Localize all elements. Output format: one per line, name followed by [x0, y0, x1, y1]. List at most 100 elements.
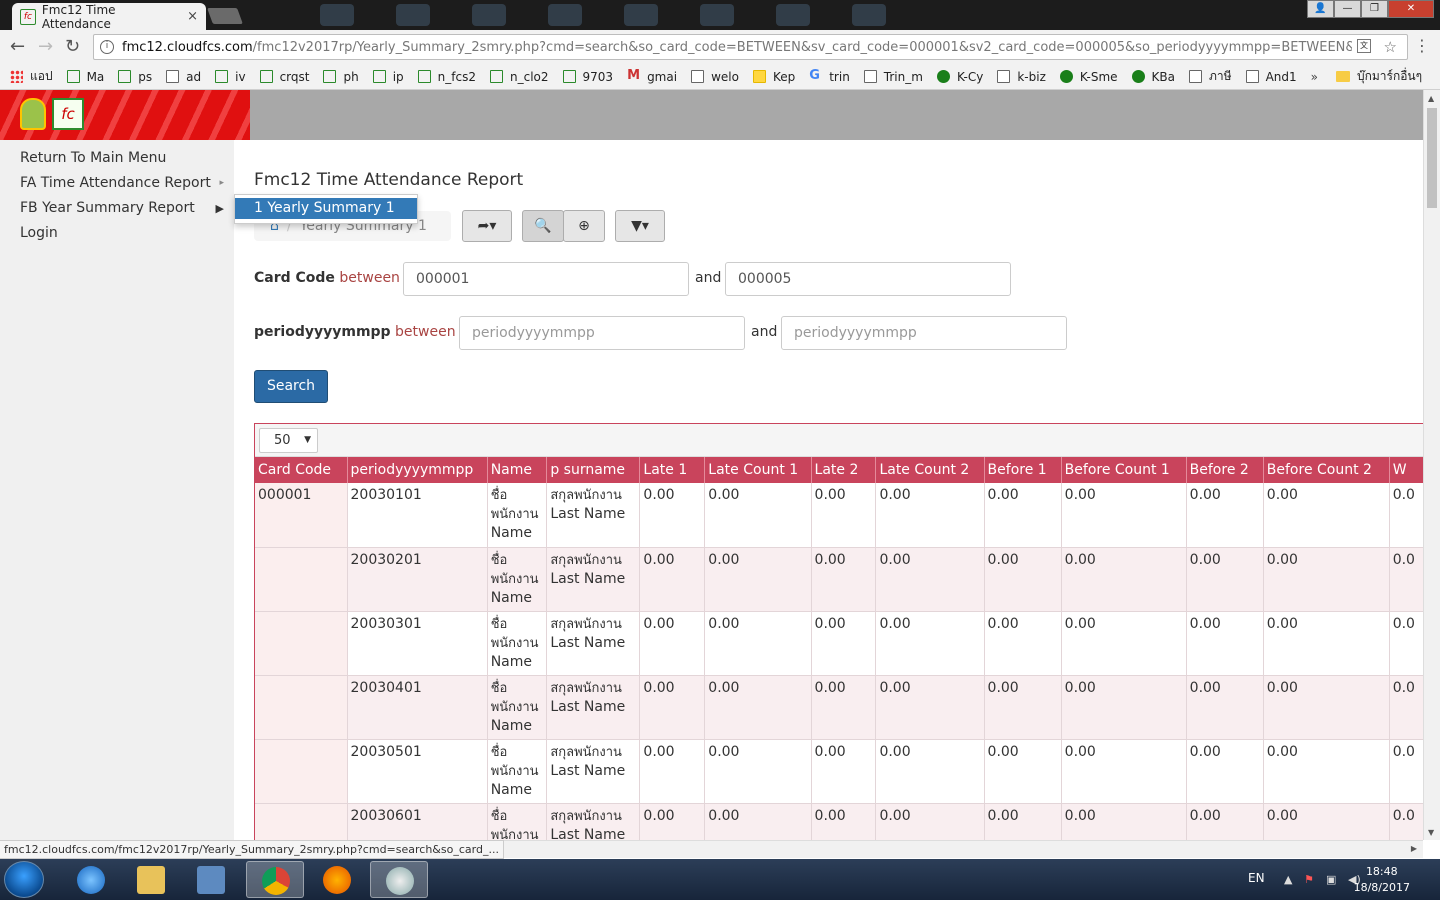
search-button[interactable]: Search: [254, 370, 328, 403]
bookmark-item[interactable]: KBa: [1131, 70, 1175, 84]
media-player-taskbar-icon[interactable]: [182, 861, 240, 898]
paint-taskbar-icon[interactable]: [370, 861, 428, 898]
column-header[interactable]: Name: [487, 457, 548, 483]
bookmark-item[interactable]: ภาษี: [1189, 67, 1232, 86]
bookmark-item[interactable]: ad: [166, 70, 201, 84]
cell-surname: สกุลพนักงาน Last Name: [546, 803, 641, 840]
action-center-icon[interactable]: ⚑: [1304, 873, 1314, 886]
cell-period: 20030601: [347, 803, 488, 840]
sidebar-item-fb-report[interactable]: FB Year Summary Report ▶: [0, 196, 234, 221]
vertical-scrollbar[interactable]: ▲ ▼: [1423, 90, 1440, 840]
browser-tab-strip: fc Fmc12 Time Attendance × 👤 — ❐ ✕: [0, 0, 1440, 31]
cell-card-code: 000001: [255, 483, 348, 548]
column-header[interactable]: W: [1389, 457, 1423, 483]
bookmark-item[interactable]: 9703: [562, 70, 613, 84]
column-header[interactable]: Before Count 2: [1263, 457, 1390, 483]
cell-value: 0.00: [984, 483, 1062, 548]
firefox-taskbar-icon[interactable]: [308, 861, 366, 898]
browser-toolbar: ← → ↻ i fmc12.cloudfcs.com/fmc12v2017rp/…: [0, 30, 1440, 64]
clock[interactable]: 18:48 18/8/2017: [1354, 864, 1410, 896]
bookmark-g-icon: G: [809, 68, 820, 83]
search-toggle-button[interactable]: 🔍: [522, 210, 564, 242]
bookmark-doc-icon: [691, 70, 705, 83]
bookmark-sheet-icon: [118, 70, 132, 83]
translate-icon[interactable]: 文: [1357, 39, 1371, 53]
bookmark-item[interactable]: Mgmai: [627, 69, 677, 84]
bookmark-item[interactable]: And1: [1245, 70, 1297, 84]
bookmark-item[interactable]: crqst: [259, 70, 309, 84]
column-header[interactable]: Before 1: [984, 457, 1062, 483]
bookmark-item[interactable]: แอป: [10, 67, 53, 86]
ie-taskbar-icon[interactable]: [62, 861, 120, 898]
explorer-taskbar-icon[interactable]: [122, 861, 180, 898]
submenu-item-yearly-summary[interactable]: 1 Yearly Summary 1: [235, 198, 417, 219]
scrollbar-thumb[interactable]: [1427, 108, 1437, 208]
column-header[interactable]: Before 2: [1186, 457, 1264, 483]
sidebar-item-main-menu[interactable]: Return To Main Menu: [0, 146, 234, 171]
back-arrow-icon[interactable]: ←: [10, 36, 25, 57]
window-close-button[interactable]: ✕: [1388, 0, 1434, 18]
bookmark-item[interactable]: Kep: [752, 70, 795, 84]
reload-icon[interactable]: ↻: [65, 36, 80, 57]
column-header[interactable]: p surname: [546, 457, 641, 483]
column-header[interactable]: periodyyyymmpp: [347, 457, 488, 483]
network-icon[interactable]: ▣: [1326, 873, 1336, 886]
chrome-taskbar-icon[interactable]: [246, 861, 304, 898]
column-header[interactable]: Card Code: [255, 457, 348, 483]
site-info-icon[interactable]: i: [100, 40, 114, 54]
column-header[interactable]: Late 2: [811, 457, 877, 483]
bookmark-item[interactable]: Ma: [66, 70, 104, 84]
cell-period: 20030101: [347, 483, 488, 548]
tray-expand-icon[interactable]: ▲: [1284, 873, 1292, 886]
bookmarks-bar: แอป Ma ps ad iv crqst ph ip n_fcs2 n_clo2 9703 Mgma…: [0, 64, 1440, 90]
filter-button[interactable]: ▼▾: [615, 210, 665, 242]
forward-arrow-icon[interactable]: →: [38, 36, 53, 57]
column-header[interactable]: Late 1: [639, 457, 706, 483]
other-bookmarks-folder[interactable]: บุ๊กมาร์กอื่นๆ: [1335, 67, 1422, 86]
period-to-input[interactable]: [781, 316, 1067, 350]
new-tab-button[interactable]: [207, 8, 243, 24]
browser-tab[interactable]: fc Fmc12 Time Attendance ×: [12, 3, 206, 31]
chrome-menu-icon[interactable]: ⋮: [1414, 36, 1430, 55]
bookmark-item[interactable]: Trin_m: [863, 70, 923, 84]
app-logo[interactable]: fc: [0, 90, 250, 140]
cell-value: 0.00: [875, 803, 985, 840]
page-size-select[interactable]: 50 ▼: [259, 428, 318, 453]
column-header[interactable]: Late Count 2: [875, 457, 985, 483]
bookmark-star-icon[interactable]: ☆: [1384, 38, 1397, 56]
windows-taskbar: EN ▲ ⚑ ▣ ◀) 18:48 18/8/2017: [0, 859, 1440, 900]
sidebar-item-fa-report[interactable]: FA Time Attendance Report ▸: [0, 171, 234, 196]
bookmark-item[interactable]: K-Cy: [936, 70, 983, 84]
address-bar[interactable]: i fmc12.cloudfcs.com/fmc12v2017rp/Yearly…: [93, 34, 1408, 60]
bookmark-item[interactable]: k-biz: [997, 70, 1046, 84]
and-label: and: [695, 270, 722, 286]
bookmark-item[interactable]: iv: [215, 70, 246, 84]
bookmark-item[interactable]: ps: [118, 70, 152, 84]
bookmark-item[interactable]: ph: [323, 70, 359, 84]
column-header[interactable]: Late Count 1: [704, 457, 812, 483]
maximize-button[interactable]: ❐: [1361, 0, 1388, 18]
bookmarks-overflow-button[interactable]: »: [1311, 70, 1318, 84]
export-button[interactable]: ➦▾: [462, 210, 512, 242]
advanced-search-button[interactable]: ⊕: [563, 210, 605, 242]
bookmark-item[interactable]: Gtrin: [809, 68, 850, 84]
card-code-to-input[interactable]: [725, 262, 1011, 296]
period-from-input[interactable]: [459, 316, 745, 350]
card-code-from-input[interactable]: [403, 262, 689, 296]
sidebar-item-login[interactable]: Login: [0, 221, 234, 246]
tab-close-icon[interactable]: ×: [187, 9, 198, 24]
bookmark-item[interactable]: ip: [372, 70, 404, 84]
bookmark-sheet-icon: [562, 70, 576, 83]
column-header[interactable]: Before Count 1: [1061, 457, 1187, 483]
bookmark-item[interactable]: welo: [691, 70, 739, 84]
minimize-button[interactable]: —: [1334, 0, 1361, 18]
language-indicator[interactable]: EN: [1248, 871, 1265, 885]
start-button[interactable]: [4, 861, 44, 898]
fc-logo-icon: fc: [52, 98, 84, 130]
cell-value: 0.00: [1186, 611, 1264, 676]
bookmark-item[interactable]: K-Sme: [1059, 70, 1118, 84]
profile-icon[interactable]: 👤: [1307, 0, 1334, 18]
bookmark-sheet-icon: [215, 70, 229, 83]
bookmark-item[interactable]: n_fcs2: [417, 70, 476, 84]
bookmark-item[interactable]: n_clo2: [490, 70, 549, 84]
